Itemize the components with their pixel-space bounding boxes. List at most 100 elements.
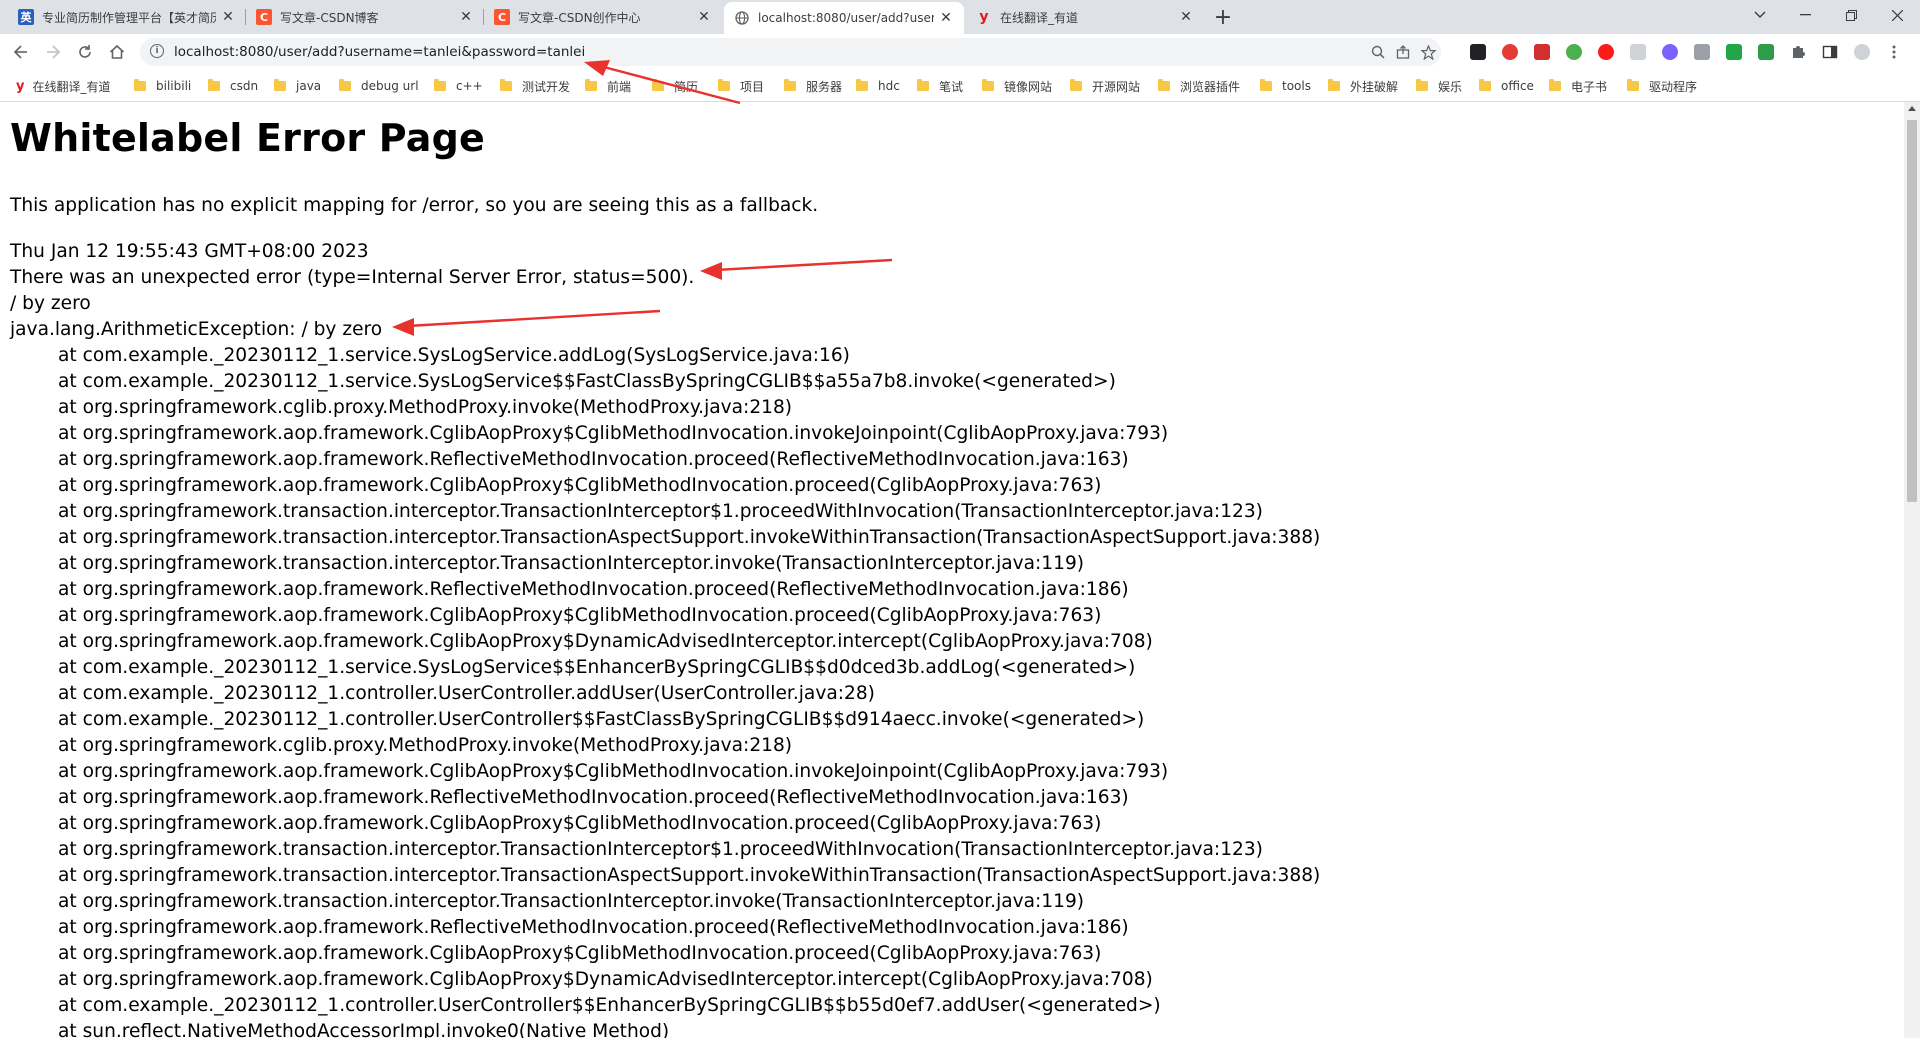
bookmark-folder[interactable]: debug url <box>339 70 419 102</box>
extension-icon[interactable] <box>1758 44 1774 60</box>
bookmark-label: 驱动程序 <box>1649 79 1698 94</box>
close-icon[interactable]: ✕ <box>696 9 712 25</box>
stack-trace-line: at com.example._20230112_1.service.SysLo… <box>58 371 1116 392</box>
stack-trace-line: at com.example._20230112_1.controller.Us… <box>58 683 875 704</box>
bookmark-folder[interactable]: 笔试 <box>917 70 963 102</box>
stack-trace-line: at com.example._20230112_1.service.SysLo… <box>58 345 850 366</box>
bookmark-folder[interactable]: office <box>1479 70 1534 102</box>
bookmark-star-icon[interactable] <box>1418 42 1438 62</box>
scroll-up-arrow-icon[interactable] <box>1908 106 1916 111</box>
bookmark-label: java <box>296 79 322 93</box>
tab-youdao[interactable]: y 在线翻译_有道 ✕ <box>966 0 1204 34</box>
bookmark-folder[interactable]: 浏览器插件 <box>1158 70 1240 102</box>
folder-icon <box>982 79 994 91</box>
page-title: Whitelabel Error Page <box>10 116 485 160</box>
folder-icon <box>1479 79 1491 91</box>
stack-trace-line: at sun.reflect.NativeMethodAccessorImpl.… <box>58 1021 670 1038</box>
zoom-icon[interactable] <box>1368 42 1388 62</box>
puzzle-icon[interactable] <box>1790 44 1806 60</box>
bookmark-folder[interactable]: 电子书 <box>1549 70 1607 102</box>
bookmark-folder[interactable]: 测试开发 <box>500 70 570 102</box>
forward-button[interactable] <box>41 40 65 64</box>
bookmark-folder[interactable]: csdn <box>208 70 258 102</box>
bookmark-label: c++ <box>456 79 483 93</box>
tab-search-chevron-icon[interactable] <box>1737 0 1783 30</box>
extension-icon[interactable] <box>1726 44 1742 60</box>
page-scrollbar[interactable] <box>1904 102 1920 1038</box>
extension-icon[interactable] <box>1566 44 1582 60</box>
bookmark-folder[interactable]: 项目 <box>718 70 764 102</box>
close-icon[interactable]: ✕ <box>1178 9 1194 25</box>
folder-icon <box>856 79 868 91</box>
bookmark-folder[interactable]: c++ <box>434 70 483 102</box>
close-icon[interactable]: ✕ <box>938 10 954 26</box>
youdao-icon: y <box>16 78 25 94</box>
reload-button[interactable] <box>73 40 97 64</box>
bookmark-label: bilibili <box>156 79 192 93</box>
bookmark-folder[interactable]: 服务器 <box>784 70 842 102</box>
bookmark-folder[interactable]: java <box>274 70 321 102</box>
bookmark-label: 镜像网站 <box>1004 79 1053 94</box>
bookmark-label: 前端 <box>607 79 632 94</box>
back-button[interactable] <box>9 40 33 64</box>
restore-button[interactable] <box>1828 0 1874 30</box>
extension-icon[interactable] <box>1598 44 1614 60</box>
close-icon[interactable]: ✕ <box>220 9 236 25</box>
scrollbar-thumb[interactable] <box>1907 120 1917 502</box>
folder-icon <box>917 79 929 91</box>
bookmark-folder[interactable]: bilibili <box>134 70 191 102</box>
url-text[interactable]: localhost:8080/user/add?username=tanlei&… <box>174 44 585 60</box>
new-tab-button[interactable]: + <box>1211 5 1235 30</box>
bookmark-label: 电子书 <box>1571 79 1608 94</box>
side-panel-icon[interactable] <box>1822 44 1838 60</box>
stack-trace-line: at org.springframework.aop.framework.Cgl… <box>58 423 1169 444</box>
share-icon[interactable] <box>1393 42 1413 62</box>
extension-icon[interactable] <box>1694 44 1710 60</box>
tab-title: 专业简历制作管理平台【英才简历 <box>42 10 216 25</box>
bookmark-folder[interactable]: hdc <box>856 70 900 102</box>
home-button[interactable] <box>105 40 129 64</box>
close-icon[interactable]: ✕ <box>458 9 474 25</box>
tab-resume[interactable]: 英 专业简历制作管理平台【英才简历 ✕ <box>8 0 246 34</box>
bookmark-folder[interactable]: 前端 <box>585 70 631 102</box>
bookmark-folder[interactable]: tools <box>1260 70 1311 102</box>
folder-icon <box>784 79 796 91</box>
profile-avatar-icon[interactable] <box>1854 44 1870 60</box>
tab-csdn-creator[interactable]: C 写文章-CSDN创作中心 ✕ <box>484 0 722 34</box>
error-summary: There was an unexpected error (type=Inte… <box>10 267 695 288</box>
folder-icon <box>1627 79 1639 91</box>
bookmark-label: csdn <box>230 79 259 93</box>
bookmark-folder[interactable]: 外挂破解 <box>1328 70 1398 102</box>
folder-icon <box>339 79 351 91</box>
bookmark-label: 服务器 <box>806 79 843 94</box>
address-bar[interactable]: i localhost:8080/user/add?username=tanle… <box>140 38 1441 66</box>
tab-title: 在线翻译_有道 <box>1000 10 1079 25</box>
extension-icon[interactable] <box>1630 44 1646 60</box>
close-window-button[interactable] <box>1874 0 1920 30</box>
bookmark-folder[interactable]: 镜像网站 <box>982 70 1052 102</box>
menu-dots-icon[interactable] <box>1886 44 1902 60</box>
bookmark-folder[interactable]: 简历 <box>652 70 698 102</box>
youtube-extension-icon[interactable] <box>1534 44 1550 60</box>
stack-trace-line: at org.springframework.aop.framework.Cgl… <box>58 605 1102 626</box>
bookmark-label: 测试开发 <box>522 79 571 94</box>
stack-trace-line: at org.springframework.transaction.inter… <box>58 865 1321 886</box>
bookmark-label: office <box>1501 79 1534 93</box>
minimize-button[interactable] <box>1782 0 1828 30</box>
extension-icon[interactable] <box>1470 44 1486 60</box>
tab-localhost[interactable]: localhost:8080/user/add?usern ✕ <box>724 2 964 34</box>
folder-icon <box>434 79 446 91</box>
bookmark-folder[interactable]: 驱动程序 <box>1627 70 1697 102</box>
stack-trace-line: at org.springframework.aop.framework.Ref… <box>58 787 1129 808</box>
bookmark-label: hdc <box>878 79 900 93</box>
folder-icon <box>1416 79 1428 91</box>
bookmark-folder[interactable]: 娱乐 <box>1416 70 1462 102</box>
site-info-icon[interactable]: i <box>150 44 164 58</box>
extension-icon[interactable] <box>1662 44 1678 60</box>
stack-trace-line: at org.springframework.transaction.inter… <box>58 891 1085 912</box>
extension-icon[interactable] <box>1502 44 1518 60</box>
bookmark-folder[interactable]: 开源网站 <box>1070 70 1140 102</box>
globe-icon <box>734 10 750 26</box>
tab-csdn-blog[interactable]: C 写文章-CSDN博客 ✕ <box>246 0 484 34</box>
bookmark-youdao[interactable]: y 在线翻译_有道 <box>16 70 111 102</box>
